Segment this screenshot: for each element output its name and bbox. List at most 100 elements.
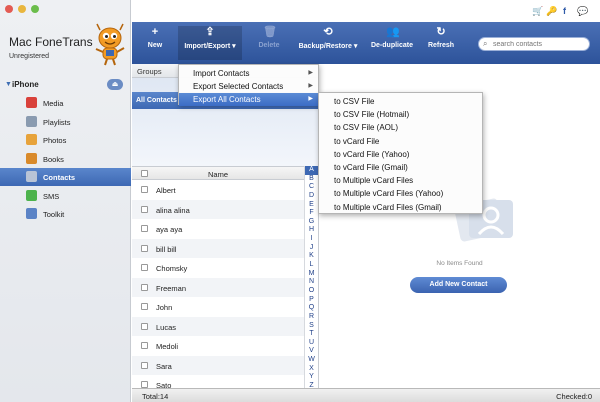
row-checkbox[interactable] [141, 225, 148, 232]
delete-button[interactable]: 🗑 Delete [254, 26, 284, 60]
device-name: iPhone [12, 80, 39, 89]
cart-icon[interactable]: 🛒 [532, 6, 543, 17]
window-zoom-button[interactable] [31, 5, 39, 13]
sidebar-item-label: Contacts [43, 173, 76, 182]
table-row[interactable]: bill bill [132, 238, 304, 258]
alphabet-letter[interactable]: C [305, 183, 318, 192]
alphabet-letter[interactable]: M [305, 270, 318, 279]
menu-item[interactable]: Import Contacts ▶ [179, 67, 318, 80]
row-checkbox[interactable] [141, 303, 148, 310]
submenu-item[interactable]: to vCard File (Yahoo) [319, 148, 482, 161]
submenu-item[interactable]: to Multiple vCard Files [319, 174, 482, 187]
submenu-item[interactable]: to CSV File [319, 95, 482, 108]
toolbar-button-label: New [147, 42, 163, 49]
alphabet-letter[interactable]: Y [305, 373, 318, 382]
de-duplicate-button[interactable]: 👥 De-duplicate [368, 26, 416, 60]
contact-name: John [156, 303, 173, 312]
toolbar-top-strip: 🛒 🔑 f 💬 [132, 0, 600, 22]
disclosure-triangle-icon[interactable]: ▼ [5, 81, 12, 88]
submenu-item[interactable]: to Multiple vCard Files (Yahoo) [319, 187, 482, 200]
sms-icon [26, 189, 37, 201]
sidebar-item-label: Media [43, 99, 64, 108]
submenu-item[interactable]: to Multiple vCard Files (Gmail) [319, 201, 482, 214]
table-row[interactable]: Sara [132, 355, 304, 375]
alphabet-letter[interactable]: K [305, 252, 318, 261]
menu-item[interactable]: Export All Contacts ▶ [179, 93, 318, 106]
facebook-icon[interactable]: f [563, 6, 566, 16]
refresh-button[interactable]: ↻ Refresh [424, 26, 458, 60]
row-checkbox[interactable] [141, 244, 148, 252]
sidebar-item-media[interactable]: Media [0, 94, 131, 112]
alphabet-letter[interactable]: D [305, 192, 318, 201]
table-row[interactable]: alina alina [132, 199, 304, 219]
table-row[interactable]: Chomsky [132, 258, 304, 278]
alphabet-letter[interactable]: H [305, 226, 318, 235]
sidebar-item-toolkit[interactable]: Toolkit [0, 205, 131, 223]
new-button[interactable]: + New [142, 26, 168, 60]
alphabet-letter[interactable]: E [305, 201, 318, 210]
alphabet-letter[interactable]: T [305, 330, 318, 339]
alphabet-letter[interactable]: J [305, 244, 318, 253]
alphabet-letter[interactable]: Q [305, 304, 318, 313]
table-row[interactable]: Medoli [132, 336, 304, 356]
table-row[interactable]: Lucas [132, 316, 304, 336]
import-export-button[interactable]: ⇪ Import/Export ▾ [178, 26, 242, 60]
row-checkbox[interactable] [141, 322, 148, 330]
sidebar-item-label: SMS [43, 191, 60, 201]
alphabet-letter[interactable]: G [305, 218, 318, 227]
alphabet-letter[interactable]: L [305, 261, 318, 270]
alphabet-letter[interactable]: A [305, 166, 318, 175]
alphabet-letter[interactable]: V [305, 347, 318, 356]
eject-icon[interactable]: ⏏ [107, 79, 123, 90]
sidebar-item-sms[interactable]: SMS [0, 187, 131, 205]
alphabet-letter[interactable]: I [305, 235, 318, 244]
registration-status: Unregistered [9, 53, 50, 60]
contact-name: alina alina [156, 205, 190, 215]
alphabet-letter[interactable]: O [305, 287, 318, 296]
device-row[interactable]: ▼ iPhone ⏏ [0, 78, 131, 92]
alphabet-letter[interactable]: F [305, 209, 318, 218]
search-box[interactable]: ⌕ [478, 37, 590, 51]
row-checkbox[interactable] [141, 342, 148, 349]
sidebar-item-contacts[interactable]: Contacts [0, 168, 131, 186]
table-row[interactable]: Freeman [132, 277, 304, 297]
table-row[interactable]: aya aya [132, 219, 304, 239]
window-minimize-button[interactable] [18, 5, 26, 13]
window-close-button[interactable] [5, 5, 13, 13]
alphabet-letter[interactable]: R [305, 313, 318, 322]
table-row[interactable]: John [132, 297, 304, 317]
key-icon[interactable]: 🔑 [546, 6, 557, 17]
column-header-name[interactable]: Name [132, 170, 304, 179]
import-export-menu: Import Contacts ▶ Export Selected Contacts… [178, 64, 319, 106]
alphabet-letter[interactable]: U [305, 339, 318, 348]
backup-icon: ⟲ [323, 26, 333, 38]
row-checkbox[interactable] [141, 264, 148, 271]
row-checkbox[interactable] [141, 381, 148, 388]
backup-restore-button[interactable]: ⟲ Backup/Restore ▾ [298, 26, 358, 60]
chat-icon[interactable]: 💬 [577, 6, 588, 17]
toolbar-button-label: Delete [258, 42, 280, 49]
alphabet-letter[interactable]: N [305, 278, 318, 287]
alphabet-letter[interactable]: X [305, 365, 318, 374]
menu-item[interactable]: Export Selected Contacts ▶ [179, 80, 318, 93]
submenu-item[interactable]: to vCard File (Gmail) [319, 161, 482, 174]
search-input[interactable] [493, 39, 585, 49]
alphabet-letter[interactable]: S [305, 322, 318, 331]
submenu-item[interactable]: to vCard File [319, 135, 482, 148]
table-row[interactable]: Albert [132, 180, 304, 200]
row-checkbox[interactable] [141, 361, 148, 369]
row-checkbox[interactable] [141, 205, 148, 213]
row-checkbox[interactable] [141, 186, 148, 193]
alphabet-letter[interactable]: W [305, 356, 318, 365]
alphabet-letter[interactable]: P [305, 296, 318, 305]
contacts-list-header: Name [132, 166, 304, 180]
toolbar-button-label: Import/Export [184, 43, 231, 50]
sidebar-item-playlists[interactable]: Playlists [0, 113, 131, 131]
sidebar-item-photos[interactable]: Photos [0, 131, 131, 149]
alphabet-letter[interactable]: B [305, 175, 318, 184]
submenu-item[interactable]: to CSV File (AOL) [319, 121, 482, 134]
sidebar-item-books[interactable]: Books [0, 150, 131, 168]
row-checkbox[interactable] [141, 283, 148, 291]
add-new-contact-button[interactable]: Add New Contact [410, 277, 507, 293]
submenu-item[interactable]: to CSV File (Hotmail) [319, 108, 482, 121]
